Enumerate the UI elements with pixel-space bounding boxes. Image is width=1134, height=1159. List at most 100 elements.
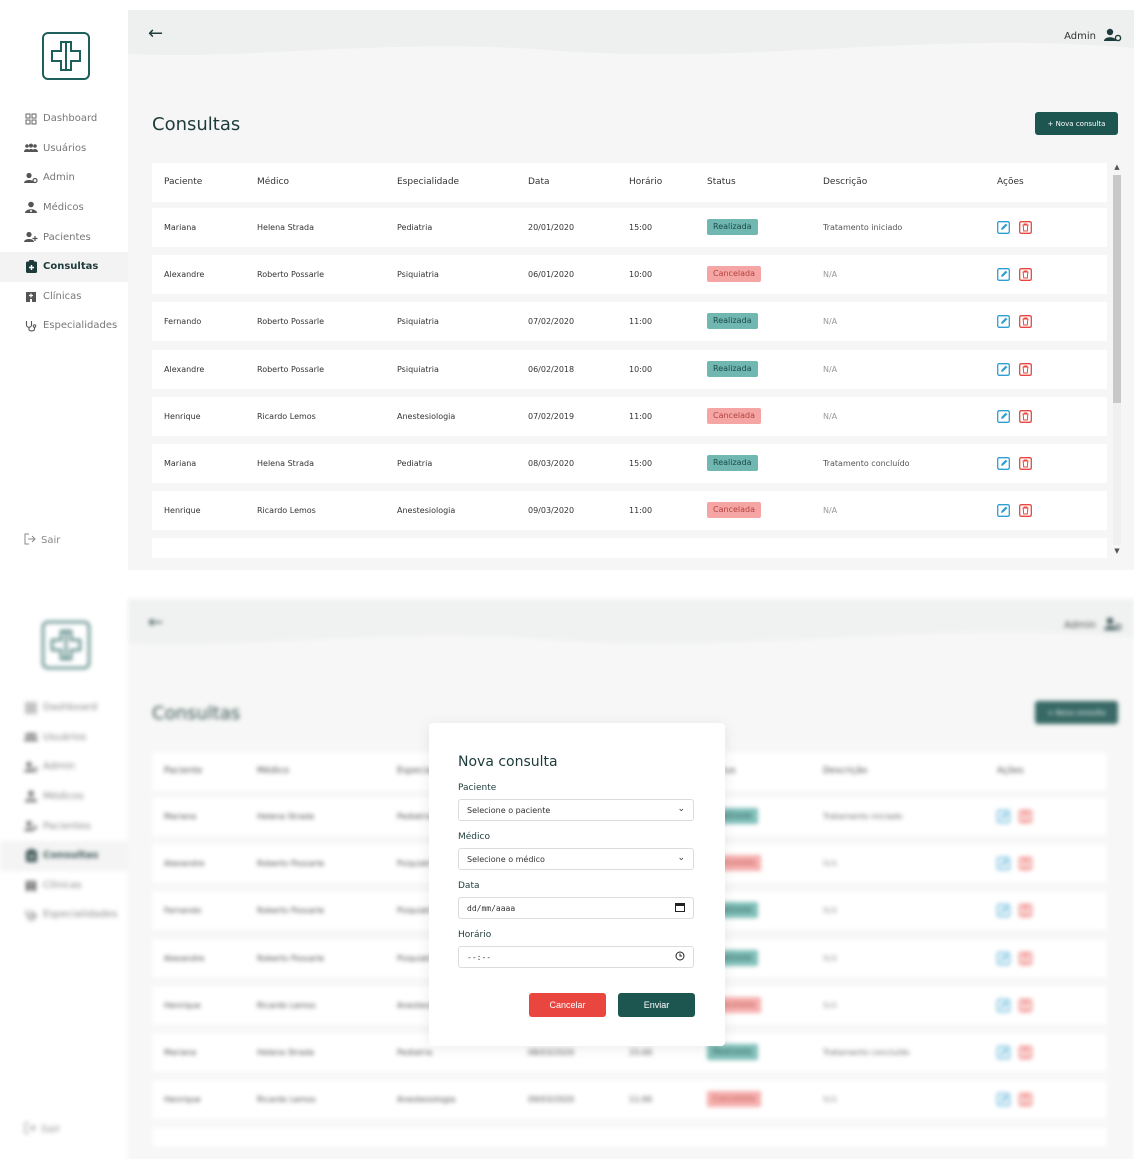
modal-title: Nova consulta [458, 754, 558, 770]
trash-icon[interactable] [1019, 455, 1032, 470]
edit-icon[interactable] [997, 408, 1010, 423]
trash-icon[interactable] [1019, 361, 1032, 376]
cell-especialidade: Psiquiatria [397, 364, 439, 374]
sidebar-item-especialidades[interactable]: Especialidades [0, 311, 128, 341]
sidebar: Dashboard Usuários Admin Médicos Pacientes Co… [0, 0, 128, 570]
cell-paciente: Mariana [164, 223, 197, 232]
nova-consulta-modal: Nova consulta Paciente Selecione o pacie… [429, 723, 725, 1046]
cell-horario: 10:00 [629, 364, 653, 374]
cell-medico: Roberto Possarle [257, 364, 325, 374]
cell-paciente: Alexandre [164, 270, 205, 280]
submit-button[interactable]: Enviar [618, 993, 695, 1017]
top-bar: ← Admin [128, 10, 1134, 66]
cell-data: 06/01/2020 [528, 270, 575, 280]
data-placeholder: dd/mm/aaaa [467, 903, 516, 913]
sidebar-item-pacientes[interactable]: Pacientes [0, 222, 128, 252]
table-row: Mariana Helena Strada Pediatria 20/01/2020 1… [152, 208, 1107, 247]
table-row: Henrique Ricardo Lemos Anestesiologia 09/03… [152, 491, 1107, 531]
status-badge: Realizada [707, 360, 758, 377]
cell-descricao: N/A [823, 317, 838, 327]
medico-select[interactable]: Selecione o médico ⌄ [458, 848, 694, 870]
scroll-down-icon[interactable]: ▼ [1111, 547, 1123, 555]
calendar-icon[interactable] [675, 902, 685, 915]
cell-medico: Helena Strada [257, 459, 314, 468]
cell-especialidade: Anestesiologia [397, 411, 456, 421]
back-arrow-icon[interactable]: ← [148, 24, 163, 44]
edit-icon[interactable] [997, 219, 1010, 234]
edit-icon[interactable] [997, 455, 1010, 470]
trash-icon[interactable] [1019, 219, 1032, 234]
cell-paciente: Alexandre [164, 364, 205, 374]
stethoscope-icon [24, 319, 38, 333]
cell-horario: 15:00 [629, 459, 653, 468]
cell-medico: Ricardo Lemos [257, 411, 316, 421]
clipboard-icon [24, 260, 38, 274]
column-header: Especialidade [397, 177, 460, 187]
cancel-button[interactable]: Cancelar [529, 993, 606, 1017]
paciente-select[interactable]: Selecione o paciente ⌄ [458, 799, 694, 821]
trash-icon[interactable] [1019, 502, 1032, 518]
user-gear-icon [24, 171, 38, 185]
users-icon [24, 141, 38, 155]
user-plus-icon [24, 230, 38, 244]
column-header: Paciente [164, 177, 203, 187]
sidebar-nav: Dashboard Usuários Admin Médicos Pacientes Co… [0, 104, 128, 341]
cell-horario: 11:00 [629, 411, 653, 421]
sidebar-item-admin[interactable]: Admin [0, 163, 128, 193]
cell-especialidade: Pediatria [397, 223, 433, 232]
logo[interactable] [42, 32, 90, 80]
clock-icon[interactable] [675, 951, 685, 964]
table-row: Henrique Ricardo Lemos Anestesiologia 07/02… [152, 396, 1107, 436]
data-input[interactable]: dd/mm/aaaa [458, 897, 694, 919]
sidebar-item-dashboard[interactable]: Dashboard [0, 104, 128, 134]
hospital-icon [24, 289, 38, 303]
column-header: Status [707, 177, 736, 187]
cell-medico: Roberto Possarle [257, 317, 325, 327]
cell-especialidade: Psiquiatria [397, 270, 439, 280]
sidebar-item-label: Dashboard [43, 113, 98, 125]
cell-data: 06/02/2018 [528, 364, 575, 374]
paciente-label: Paciente [458, 783, 497, 793]
consultas-screen-with-modal: Dashboard Usuários Admin Médicos Pacientes Co… [0, 589, 1134, 1159]
cell-horario: 15:00 [629, 223, 653, 232]
status-badge: Cancelada [707, 502, 761, 519]
sidebar-item-label: Consultas [43, 261, 99, 273]
logout-button[interactable]: Sair [24, 533, 60, 548]
medical-cross-icon [51, 41, 81, 71]
edit-icon[interactable] [997, 313, 1010, 329]
trash-icon[interactable] [1019, 313, 1032, 329]
horario-label: Horário [458, 930, 492, 940]
cell-descricao: Tratamento iniciado [823, 223, 903, 232]
column-header: Horário [629, 177, 663, 187]
sidebar-item-medicos[interactable]: Médicos [0, 193, 128, 223]
column-header: Data [528, 177, 550, 187]
scroll-thumb[interactable] [1113, 175, 1121, 403]
table-scrollbar[interactable]: ▲ ▼ [1111, 163, 1123, 558]
medico-label: Médico [458, 832, 490, 842]
cell-data: 08/03/2020 [528, 459, 575, 468]
column-header: Descrição [823, 177, 868, 187]
scroll-up-icon[interactable]: ▲ [1111, 163, 1123, 171]
trash-icon[interactable] [1019, 266, 1032, 282]
new-consulta-button[interactable]: + Nova consulta [1035, 112, 1118, 135]
doctor-icon [24, 201, 38, 215]
trash-icon[interactable] [1019, 408, 1032, 423]
cell-descricao: Tratamento concluído [823, 459, 910, 468]
cell-descricao: N/A [823, 270, 838, 280]
status-badge: Cancelada [707, 407, 761, 424]
sidebar-item-clinicas[interactable]: Clínicas [0, 282, 128, 312]
horario-input[interactable]: --:-- [458, 946, 694, 968]
sidebar-item-consultas[interactable]: Consultas [0, 251, 128, 282]
cell-medico: Roberto Possarle [257, 270, 325, 280]
status-badge: Realizada [707, 219, 758, 235]
table-row: Fernando Roberto Possarle Psiquiatria 07/02… [152, 302, 1107, 342]
edit-icon[interactable] [997, 266, 1010, 282]
chevron-down-icon: ⌄ [677, 853, 685, 863]
edit-icon[interactable] [997, 502, 1010, 518]
consultas-screen: Dashboard Usuários Admin Médicos Pacientes Co… [0, 0, 1134, 570]
logout-icon [24, 533, 36, 548]
user-menu[interactable]: Admin [1064, 28, 1122, 45]
edit-icon[interactable] [997, 361, 1010, 376]
sidebar-item-usuarios[interactable]: Usuários [0, 134, 128, 164]
sidebar-item-label: Médicos [43, 202, 84, 214]
